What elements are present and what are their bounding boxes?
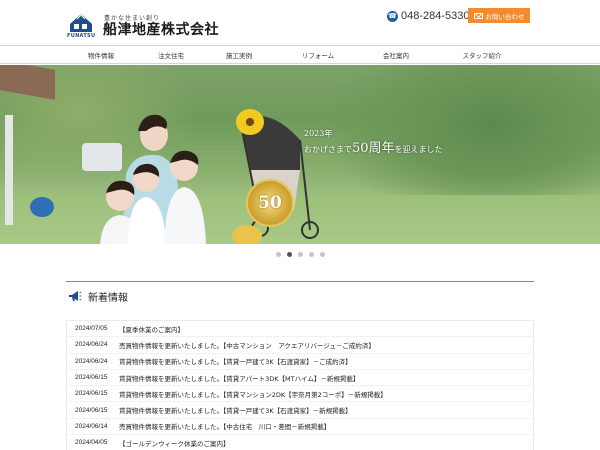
news-text[interactable]: 賃貸物件情報を更新いたしました。【賃貸一戸建て3K【石渡貸家】－ご成約済】	[119, 356, 352, 366]
blue-ball	[30, 197, 54, 217]
news-text[interactable]: 賃貸物件情報を更新いたしました。【賃貸アパート3DK【MTハイム】－新規掲載】	[119, 373, 359, 383]
news-date: 2024/06/15	[75, 374, 108, 382]
news-text[interactable]: 売買物件情報を更新いたしました。【中古住宅 川口・差間－新規掲載】	[119, 421, 330, 431]
news-title: 新着情報	[88, 292, 128, 304]
anniversary-message-pre: おかげさまで	[304, 145, 352, 154]
yellow-ball	[232, 225, 262, 244]
white-pole	[5, 115, 13, 225]
news-date: 2024/06/24	[75, 357, 108, 365]
family-photo-child-3	[164, 150, 206, 244]
news-item[interactable]: 2024/06/14 売買物件情報を更新いたしました。【中古住宅 川口・差間－新…	[67, 419, 533, 436]
news-item[interactable]: 2024/06/24 賃貸物件情報を更新いたしました。【賃貸一戸建て3K【石渡貸…	[67, 354, 533, 370]
news-date: 2024/07/05	[75, 325, 108, 333]
site-header: FUNATSU 豊かな住まい創り 船津地産株式会社 ☎ 048-284-5330…	[0, 0, 600, 46]
news-item[interactable]: 2024/06/15 賃貸物件情報を更新いたしました。【賃貸アパート3DK【MT…	[67, 370, 533, 387]
news-item[interactable]: 2024/04/05 【ゴールデンウィーク休業のご案内】	[67, 435, 533, 450]
sunflower	[236, 109, 264, 135]
nav-item-staff[interactable]: スタッフ紹介	[446, 46, 518, 63]
nav-item-reform[interactable]: リフォーム	[282, 46, 354, 63]
carousel-dot-2[interactable]	[287, 252, 292, 257]
nav-item-properties[interactable]: 物件情報	[66, 46, 136, 63]
phone-contact[interactable]: ☎ 048-284-5330	[387, 9, 470, 23]
news-item[interactable]: 2024/06/24 売買物件情報を更新いたしました。【中古マンション アクエア…	[67, 337, 533, 354]
news-divider	[66, 281, 534, 282]
carousel-dot-1[interactable]	[276, 252, 281, 257]
carousel-dot-5[interactable]	[320, 252, 325, 257]
news-header: 新着情報	[68, 289, 128, 304]
news-text[interactable]: 賃貸物件情報を更新いたしました。【賃貸マンション2DK【宇奈月第2コーポ】－新規…	[119, 389, 387, 399]
nav-item-company[interactable]: 会社案内	[360, 46, 432, 63]
anniversary-badge: 50	[246, 179, 294, 227]
contact-button[interactable]: お問い合わせ	[468, 8, 530, 23]
news-date: 2024/06/15	[75, 390, 108, 398]
news-list: 2024/07/05 【夏季休業のご案内】 2024/06/24 売買物件情報を…	[66, 320, 534, 450]
company-name[interactable]: 船津地産株式会社	[103, 19, 219, 39]
mail-icon	[473, 12, 483, 19]
anniversary-message-big: 50周年	[352, 141, 395, 156]
carousel-dot-4[interactable]	[309, 252, 314, 257]
news-text[interactable]: 【ゴールデンウィーク休業のご案内】	[119, 438, 230, 448]
news-date: 2024/04/05	[75, 439, 108, 447]
logo-brand-text: FUNATSU	[67, 33, 96, 39]
contact-button-label: お問い合わせ	[485, 12, 525, 21]
news-item[interactable]: 2024/07/05 【夏季休業のご案内】	[67, 321, 533, 338]
news-text[interactable]: 賃貸物件情報を更新いたしました。【賃貸一戸建て3K【石渡貸家】－新規掲載】	[119, 405, 352, 415]
news-date: 2024/06/14	[75, 422, 108, 430]
phone-number[interactable]: 048-284-5330	[401, 10, 470, 22]
hero-slideshow[interactable]: 50	[0, 65, 600, 244]
news-date: 2024/06/24	[75, 341, 108, 349]
megaphone-icon	[69, 291, 82, 301]
news-item[interactable]: 2024/06/15 賃貸物件情報を更新いたしました。【賃貸一戸建て3K【石渡貸…	[67, 402, 533, 419]
anniversary-message-post: を迎えました	[394, 145, 443, 154]
main-nav: 物件情報 注文住宅 施工実例 リフォーム 会社案内 スタッフ紹介	[0, 45, 600, 64]
carousel-dot-3[interactable]	[298, 252, 303, 257]
phone-icon: ☎	[387, 10, 398, 22]
nav-item-works[interactable]: 施工実例	[204, 46, 274, 63]
anniversary-message: おかげさまで50周年を迎えました	[304, 137, 443, 156]
news-date: 2024/06/15	[75, 406, 108, 414]
news-text[interactable]: 【夏季休業のご案内】	[119, 324, 184, 334]
news-text[interactable]: 売買物件情報を更新いたしました。【中古マンション アクエアリバージュ－ご成約済】	[119, 340, 375, 350]
anniversary-number: 50	[258, 193, 282, 213]
news-item[interactable]: 2024/06/15 賃貸物件情報を更新いたしました。【賃貸マンション2DK【宇…	[67, 386, 533, 403]
nav-item-custom-homes[interactable]: 注文住宅	[136, 46, 206, 63]
carousel-dots	[276, 252, 325, 258]
